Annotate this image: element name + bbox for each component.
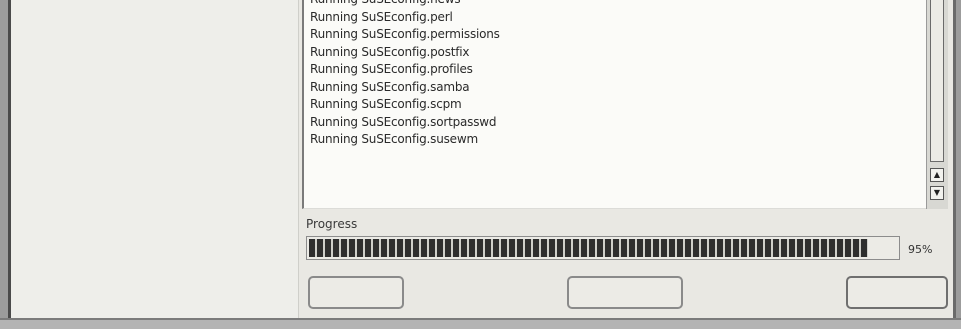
progress-percent: 95% bbox=[908, 243, 933, 256]
left-panel bbox=[11, 0, 299, 318]
log-line: Running SuSEconfig.postfix bbox=[310, 44, 470, 59]
log-lines: Running SuSEconfig.news Running SuSEconf… bbox=[310, 0, 500, 149]
middle-button[interactable] bbox=[567, 276, 683, 309]
progress-bar bbox=[306, 236, 900, 260]
log-line: Running SuSEconfig.samba bbox=[310, 79, 470, 94]
arrow-down-icon[interactable]: ▼ bbox=[930, 186, 944, 200]
left-button[interactable] bbox=[308, 276, 404, 309]
arrow-up-icon[interactable]: ▲ bbox=[930, 168, 944, 182]
log-output[interactable]: Running SuSEconfig.news Running SuSEconf… bbox=[302, 0, 926, 209]
progress-label: Progress bbox=[306, 217, 358, 231]
log-line: Running SuSEconfig.news bbox=[310, 0, 500, 9]
progress-fill bbox=[309, 239, 868, 257]
log-line: Running SuSEconfig.permissions bbox=[310, 27, 500, 41]
log-line: Running SuSEconfig.susewm bbox=[310, 132, 478, 146]
right-button[interactable] bbox=[846, 276, 948, 309]
log-line: Running SuSEconfig.scpm bbox=[310, 97, 462, 111]
log-line: Running SuSEconfig.profiles bbox=[310, 62, 473, 76]
log-line: Running SuSEconfig.perl bbox=[310, 9, 453, 24]
window-bottom-edge bbox=[0, 318, 961, 329]
log-scrollbar[interactable]: ▲ ▼ bbox=[926, 0, 948, 209]
scroll-thumb[interactable] bbox=[930, 0, 944, 162]
log-line: Running SuSEconfig.sortpasswd bbox=[310, 114, 497, 129]
